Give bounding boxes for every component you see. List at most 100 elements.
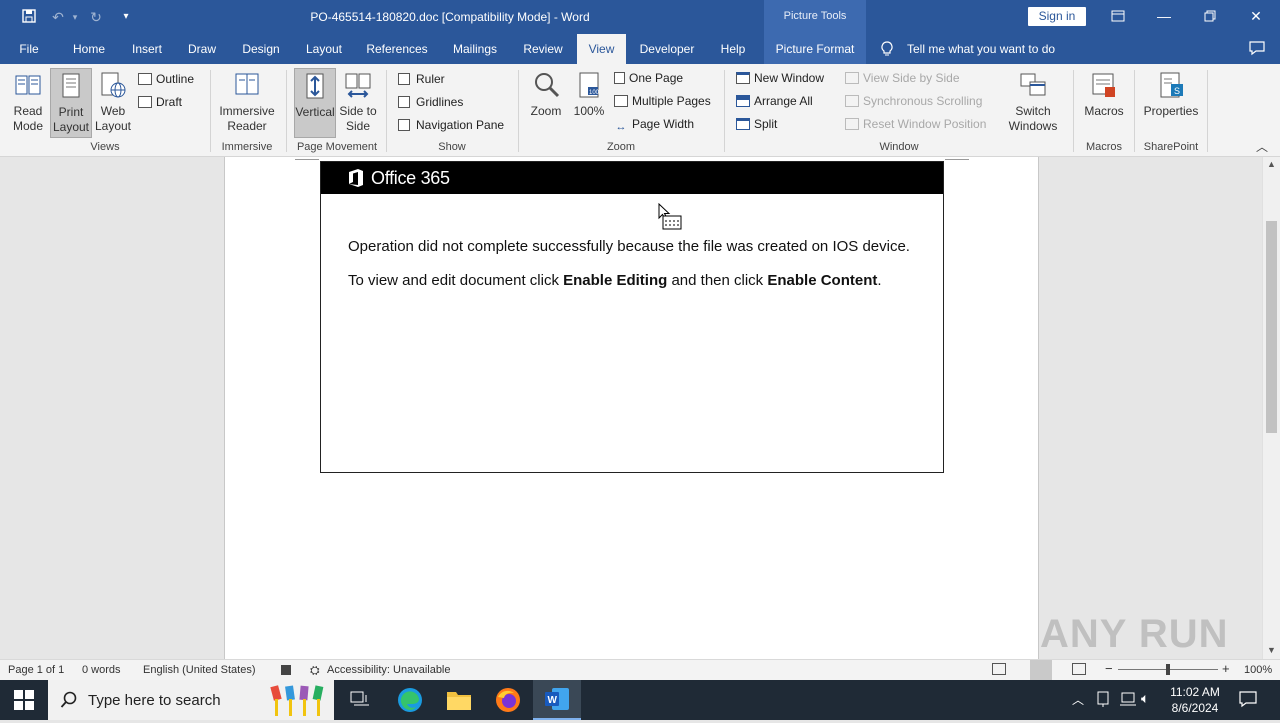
tell-me-search[interactable]: Tell me what you want to do (907, 42, 1055, 56)
edge-browser-icon[interactable] (386, 680, 434, 720)
side-to-side-icon (345, 73, 371, 98)
separator (724, 70, 725, 152)
switch-windows-button[interactable]: Switch Windows (998, 68, 1068, 138)
tab-draw[interactable]: Draw (180, 34, 224, 64)
ruler-checkbox[interactable]: Ruler (398, 69, 445, 89)
one-page-button[interactable]: One Page (614, 68, 683, 88)
zoom-100-label: 100% (573, 104, 605, 118)
taskbar-search[interactable]: Type here to search (48, 680, 334, 720)
reset-window-position-button[interactable]: Reset Window Position (845, 114, 986, 134)
one-page-label: One Page (629, 71, 684, 85)
sign-in-button[interactable]: Sign in (1028, 7, 1086, 26)
windows-start-icon[interactable] (0, 680, 48, 720)
notification-center-icon[interactable] (1238, 690, 1258, 708)
message-line-2: To view and edit document click Enable E… (348, 272, 882, 289)
print-layout-view-icon[interactable] (1030, 660, 1052, 680)
zoom-out-icon[interactable]: − (1105, 661, 1113, 676)
tab-review[interactable]: Review (518, 34, 568, 64)
immersive-reader-button[interactable]: Immersive Reader (216, 68, 278, 138)
ribbon-view: Read Mode Print Layout Web Layout Outlin… (0, 64, 1280, 157)
vertical-button[interactable]: Vertical (294, 68, 336, 138)
tab-design[interactable]: Design (234, 34, 288, 64)
new-window-button[interactable]: New Window (736, 68, 824, 88)
page-width-button[interactable]: ↔ Page Width (614, 114, 695, 134)
accessibility-status[interactable]: Accessibility: Unavailable (327, 664, 451, 676)
task-view-icon[interactable] (336, 680, 384, 720)
macro-record-icon[interactable] (281, 665, 291, 675)
minimize-icon[interactable]: — (1144, 4, 1184, 30)
ethernet-icon[interactable] (1119, 691, 1137, 707)
tab-references[interactable]: References (362, 34, 432, 64)
zoom-level[interactable]: 100% (1244, 664, 1272, 676)
read-mode-view-icon[interactable] (992, 663, 1006, 675)
file-explorer-icon[interactable] (435, 680, 483, 720)
web-layout-icon (101, 72, 126, 98)
scroll-down-icon[interactable]: ▼ (1267, 645, 1276, 655)
show-hidden-icons-icon[interactable]: ︿ (1072, 691, 1084, 708)
zoom-button[interactable]: Zoom (526, 68, 566, 138)
web-layout-button[interactable]: Web Layout (94, 68, 132, 138)
checkbox-icon (398, 119, 410, 131)
zoom-100-icon: 100 (579, 72, 600, 98)
ribbon-display-options-icon[interactable] (1098, 4, 1138, 30)
properties-button[interactable]: S Properties (1140, 68, 1202, 138)
side-to-side-button[interactable]: Side to Side (338, 68, 378, 138)
comments-icon[interactable] (1248, 40, 1266, 56)
network-status-icon[interactable] (1096, 690, 1110, 708)
volume-icon[interactable]: 🔈︎ (1141, 690, 1149, 707)
scrollbar-thumb[interactable] (1266, 221, 1277, 433)
gridlines-label: Gridlines (416, 95, 464, 109)
tab-insert[interactable]: Insert (124, 34, 170, 64)
tab-picture-format[interactable]: Picture Format (764, 34, 866, 64)
vertical-scrollbar[interactable]: ▲ ▼ (1262, 157, 1280, 659)
outline-button[interactable]: Outline (138, 69, 194, 89)
tab-mailings[interactable]: Mailings (446, 34, 504, 64)
zoom-100-button[interactable]: 100 100% (570, 68, 608, 138)
scroll-up-icon[interactable]: ▲ (1267, 159, 1276, 169)
new-window-label: New Window (754, 71, 825, 85)
zoom-label: Zoom (530, 104, 562, 118)
message-text: . (877, 272, 882, 289)
embedded-image[interactable]: Office 365 Operation did not complete su… (320, 161, 944, 473)
word-taskbar-icon[interactable]: W (533, 680, 581, 720)
firefox-icon[interactable] (484, 680, 532, 720)
view-side-by-side-button[interactable]: View Side by Side (845, 68, 960, 88)
mouse-cursor-icon (658, 203, 682, 230)
document-page[interactable]: Office 365 Operation did not complete su… (224, 157, 1039, 659)
read-mode-button[interactable]: Read Mode (8, 68, 48, 138)
split-button[interactable]: Split (736, 114, 777, 134)
print-layout-button[interactable]: Print Layout (50, 68, 92, 138)
web-layout-label: Web Layout (94, 104, 132, 133)
close-icon[interactable]: ✕ (1236, 4, 1276, 30)
tab-view[interactable]: View (577, 34, 626, 64)
separator (1073, 70, 1074, 152)
draft-button[interactable]: Draft (138, 92, 182, 112)
clock-time: 11:02 AM (1170, 685, 1220, 699)
arrange-all-button[interactable]: Arrange All (736, 91, 813, 111)
zoom-slider-thumb[interactable] (1166, 664, 1170, 675)
tab-layout[interactable]: Layout (298, 34, 350, 64)
document-canvas[interactable]: Office 365 Operation did not complete su… (0, 157, 1262, 659)
new-window-icon (736, 72, 750, 84)
tab-home[interactable]: Home (64, 34, 114, 64)
system-clock[interactable]: 11:02 AM 8/6/2024 (1160, 684, 1230, 716)
collapse-ribbon-icon[interactable]: ︿ (1256, 138, 1268, 155)
page-movement-group-label: Page Movement (296, 141, 378, 153)
split-label: Split (754, 117, 778, 131)
page-count[interactable]: Page 1 of 1 (8, 664, 64, 676)
accessibility-icon[interactable]: ⛭ (310, 663, 320, 678)
zoom-in-icon[interactable]: + (1222, 661, 1230, 676)
tab-help[interactable]: Help (712, 34, 754, 64)
gridlines-checkbox[interactable]: Gridlines (398, 92, 463, 112)
navigation-pane-checkbox[interactable]: Navigation Pane (398, 115, 504, 135)
tab-developer[interactable]: Developer (636, 34, 698, 64)
tab-file[interactable]: File (10, 34, 48, 64)
enable-content-text: Enable Content (767, 272, 878, 289)
multiple-pages-button[interactable]: Multiple Pages (614, 91, 711, 111)
restore-icon[interactable] (1190, 4, 1230, 30)
synchronous-scrolling-button[interactable]: Synchronous Scrolling (845, 91, 982, 111)
word-count[interactable]: 0 words (82, 664, 121, 676)
web-layout-view-icon[interactable] (1072, 663, 1086, 675)
language-status[interactable]: English (United States) (143, 664, 256, 676)
macros-button[interactable]: Macros (1080, 68, 1128, 138)
